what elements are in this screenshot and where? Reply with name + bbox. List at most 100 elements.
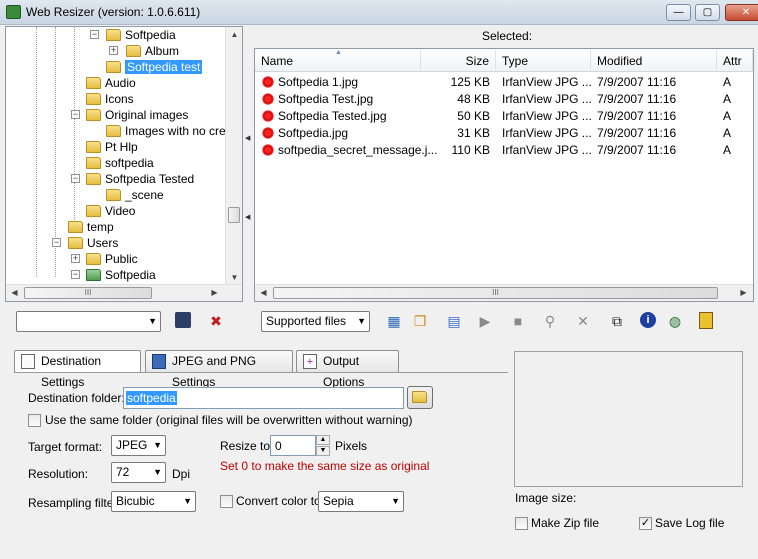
tree-item[interactable]: Original images [86,107,188,123]
tree-item[interactable]: Audio [86,75,136,91]
remove-icon[interactable]: ✕ [574,312,592,330]
tree-item[interactable]: Video [86,203,135,219]
collapse-icon[interactable]: − [52,238,61,247]
tree-item[interactable]: _scene [106,187,164,203]
scroll-thumb[interactable] [228,207,240,223]
tree-item[interactable]: Album [126,43,179,59]
column-header-size[interactable]: Size [421,50,496,72]
column-header-attr[interactable]: Attr [717,50,753,72]
resampling-filter-select[interactable]: Bicubic ▼ [111,491,196,512]
target-format-select[interactable]: JPEG ▼ [111,435,166,456]
resize-hint: Set 0 to make the same size as original [220,459,430,473]
make-zip-checkbox[interactable] [515,517,528,530]
scroll-thumb[interactable]: III [273,287,718,299]
resize-unit: Pixels [335,439,368,453]
same-folder-checkbox[interactable] [28,414,41,427]
thumbnails-view-icon[interactable]: ▦ [385,312,403,330]
info-icon[interactable]: i [640,312,656,328]
web-icon[interactable]: ◍ [666,312,684,330]
paste-icon[interactable]: ▤ [445,312,463,330]
save-log-checkbox[interactable]: ✓ [639,517,652,530]
tree-item[interactable]: Softpedia [86,267,156,283]
play-icon[interactable]: ▶ [476,312,494,330]
copy-icon[interactable]: ❐ [411,312,429,330]
folder-icon [86,141,101,153]
tree-line [74,27,75,222]
destination-folder-label: Destination folder: [28,391,125,405]
tree-item[interactable]: Pt Hlp [86,139,138,155]
expand-icon[interactable]: + [109,46,118,55]
tab-destination-settings[interactable]: Destination Settings [14,350,141,389]
scroll-left-arrow-icon[interactable]: ◀ [255,288,272,297]
maximize-button[interactable]: ▢ [695,4,720,21]
image-size-label: Image size: [515,491,577,505]
folder-icon [106,61,121,73]
dropdown-arrow-icon: ▼ [357,316,366,326]
tree-item[interactable]: Softpedia Tested [86,171,194,187]
collapse-icon[interactable]: − [90,30,99,39]
resize-input[interactable]: 0 [270,435,316,456]
folder-tree[interactable]: − Softpedia + Album Softpedia test Audio… [5,26,243,302]
tree-item[interactable]: Public [86,251,138,267]
collapse-icon[interactable]: − [71,270,80,279]
preset-select[interactable]: ▼ [16,311,161,332]
tree-item[interactable]: softpedia [86,155,154,171]
save-log-label: Save Log file [655,516,725,530]
tab-output-options[interactable]: + Output Options [296,350,399,389]
scroll-right-arrow-icon[interactable]: ▶ [735,288,752,297]
tree-item[interactable]: Icons [86,91,134,107]
scroll-up-arrow-icon[interactable]: ▲ [226,30,243,39]
tab-jpeg-png-settings[interactable]: JPEG and PNG Settings [145,350,293,389]
select-all-icon[interactable]: ⧉ [608,312,626,330]
convert-color-checkbox[interactable] [220,495,233,508]
panel-splitter[interactable]: ◀ ◀ [245,130,251,230]
column-header-modified[interactable]: Modified [591,50,717,72]
jpg-file-icon [261,143,275,157]
collapse-icon[interactable]: − [71,174,80,183]
scroll-left-arrow-icon[interactable]: ◀ [6,288,23,297]
selected-label: Selected: [482,29,533,43]
tree-vertical-scrollbar[interactable]: ▲ ▼ [225,27,242,285]
tree-item[interactable]: Users [68,235,118,251]
checkmark-icon: ✓ [640,517,651,529]
scroll-right-arrow-icon[interactable]: ▶ [206,288,223,297]
browse-folder-button[interactable] [407,386,433,409]
tree-horizontal-scrollbar[interactable]: ◀ III ▶ [6,284,242,301]
folder-icon [86,205,101,217]
scroll-thumb[interactable]: III [24,287,152,299]
tree-line [36,27,37,277]
file-filter-select[interactable]: Supported files ▼ [261,311,370,332]
tree-item[interactable]: Images with no creati [106,123,238,139]
collapse-icon[interactable]: − [71,110,80,119]
exit-icon[interactable] [699,312,713,329]
spin-up-icon[interactable]: ▲ [316,435,330,445]
convert-color-label: Convert color to: [236,494,325,508]
tree-item[interactable]: temp [68,219,114,235]
save-icon[interactable] [175,312,191,328]
image-preview [514,351,743,487]
open-folder-icon [412,391,427,403]
zoom-icon[interactable]: ⚲ [541,312,559,330]
dropdown-arrow-icon: ▼ [153,440,162,450]
dropdown-arrow-icon: ▼ [153,467,162,477]
minimize-button[interactable]: — [666,4,691,21]
list-horizontal-scrollbar[interactable]: ◀ III ▶ [255,284,753,301]
tree-item-selected[interactable]: Softpedia test [106,59,203,75]
stop-icon[interactable]: ■ [509,312,527,330]
delete-preset-icon[interactable]: ✖ [207,312,225,330]
resolution-select[interactable]: 72 ▼ [111,462,166,483]
folder-icon [126,45,141,57]
scroll-down-arrow-icon[interactable]: ▼ [226,273,243,282]
column-header-type[interactable]: Type [496,50,591,72]
destination-folder-input[interactable]: softpedia [123,387,404,409]
expand-icon[interactable]: + [71,254,80,263]
convert-color-select[interactable]: Sepia ▼ [318,491,404,512]
folder-icon [86,157,101,169]
column-header-name[interactable]: Name ▲ [255,49,421,72]
folder-icon [86,253,101,265]
spin-down-icon[interactable]: ▼ [316,446,330,456]
resolution-label: Resolution: [28,467,89,481]
close-button[interactable]: ✕ [725,4,758,21]
folder-icon [86,93,101,105]
tree-item[interactable]: Softpedia [106,27,176,43]
